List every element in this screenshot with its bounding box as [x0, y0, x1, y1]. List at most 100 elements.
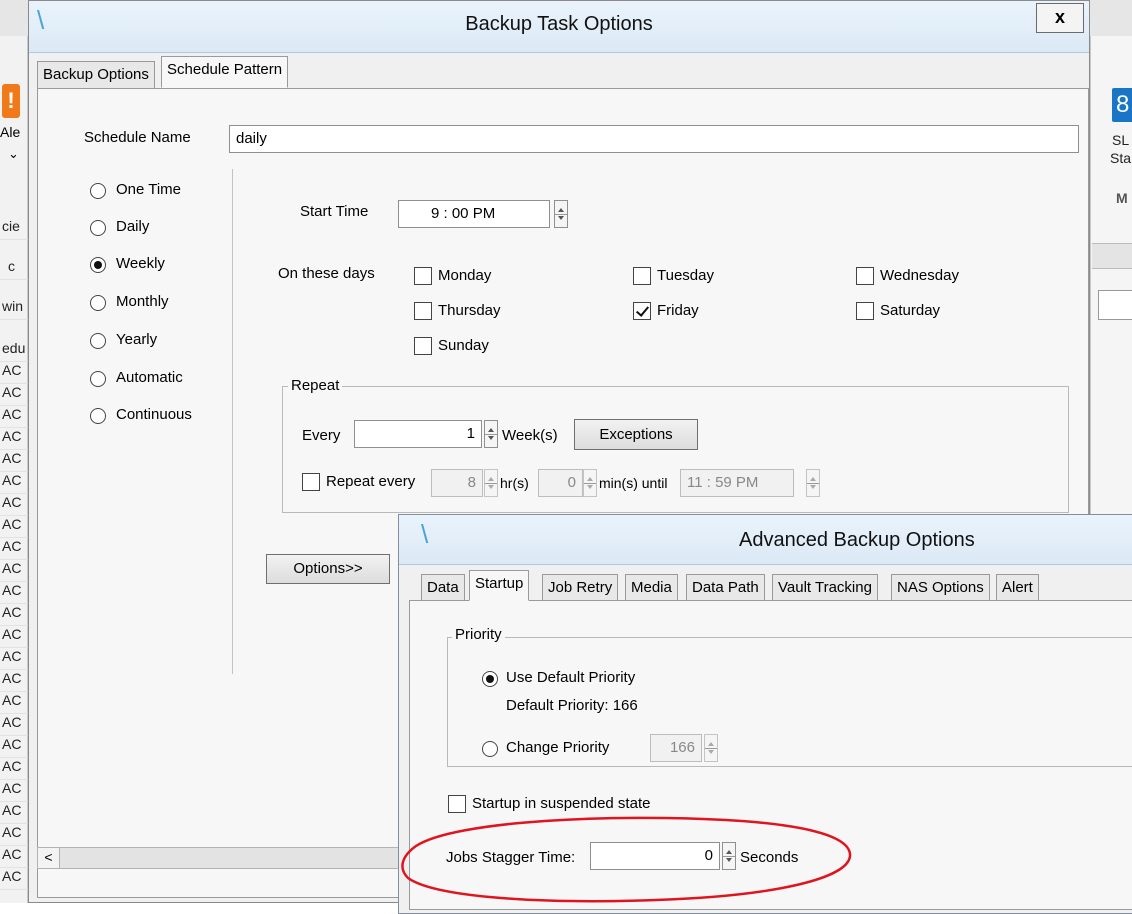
dialog-titlebar[interactable]: \ Backup Task Options x — [29, 1, 1089, 53]
bg-list-item[interactable]: AC — [0, 362, 28, 384]
radio-continuous[interactable]: Continuous — [90, 406, 240, 428]
tab-data-path[interactable]: Data Path — [686, 574, 765, 601]
bg-list-item[interactable]: AC — [0, 692, 28, 714]
radio-automatic[interactable]: Automatic — [90, 369, 240, 391]
checkbox[interactable] — [414, 267, 432, 285]
checkbox-sunday[interactable]: Sunday — [414, 337, 614, 359]
tab-backup-options[interactable]: Backup Options — [37, 61, 155, 89]
radio-button[interactable] — [90, 408, 106, 424]
startup-suspended-checkbox[interactable]: Startup in suspended state — [448, 795, 708, 817]
bg-list-item[interactable]: AC — [0, 406, 28, 428]
bg-right-label: Sta — [1110, 150, 1132, 166]
tab-alert[interactable]: Alert — [996, 574, 1039, 601]
close-button[interactable]: x — [1036, 3, 1084, 33]
checkbox-monday[interactable]: Monday — [414, 267, 614, 289]
tab-vault-tracking[interactable]: Vault Tracking — [772, 574, 878, 601]
bg-list-item[interactable]: AC — [0, 758, 28, 780]
alert-icon[interactable]: ! — [2, 84, 20, 118]
repeat-hours-spinner[interactable] — [484, 469, 498, 497]
checkbox[interactable] — [856, 302, 874, 320]
repeat-every-checkbox[interactable]: Repeat every — [302, 473, 442, 495]
bg-right-tabstrip[interactable] — [1092, 243, 1132, 269]
default-priority-text: Default Priority: 166 — [506, 697, 638, 714]
change-priority-input[interactable]: 166 — [650, 734, 702, 762]
radio-button[interactable] — [90, 257, 106, 273]
tab-nas-options[interactable]: NAS Options — [891, 574, 990, 601]
checkbox[interactable] — [414, 302, 432, 320]
radio-button[interactable] — [482, 741, 498, 757]
radio-button[interactable] — [90, 333, 106, 349]
checkbox[interactable] — [633, 302, 651, 320]
bg-list-item[interactable]: AC — [0, 560, 28, 582]
checkbox[interactable] — [414, 337, 432, 355]
bg-list-item[interactable]: AC — [0, 428, 28, 450]
bg-list-item[interactable]: AC — [0, 802, 28, 824]
bg-right-input[interactable] — [1098, 290, 1132, 320]
bg-list-item[interactable]: AC — [0, 648, 28, 670]
bg-list-item[interactable]: AC — [0, 736, 28, 758]
checkbox[interactable] — [633, 267, 651, 285]
bg-list-item[interactable]: AC — [0, 780, 28, 802]
radio-weekly[interactable]: Weekly — [90, 255, 240, 277]
repeat-minutes-input[interactable]: 0 — [538, 469, 583, 497]
radio-button[interactable] — [90, 220, 106, 236]
tab-startup[interactable]: Startup — [469, 570, 530, 601]
radio-button[interactable] — [90, 295, 106, 311]
options-button[interactable]: Options>> — [266, 554, 390, 584]
start-time-spinner[interactable] — [554, 200, 568, 228]
bg-list-item[interactable]: AC — [0, 538, 28, 560]
bg-list-item[interactable]: AC — [0, 472, 28, 494]
bg-right-label: SL — [1112, 132, 1130, 148]
bg-list-item[interactable]: AC — [0, 516, 28, 538]
exceptions-button[interactable]: Exceptions — [574, 419, 698, 450]
chevron-down-icon[interactable]: ⌄ — [8, 146, 19, 162]
tab-data[interactable]: Data — [421, 574, 465, 601]
radio-one-time[interactable]: One Time — [90, 181, 240, 203]
startup-panel: Priority Use Default Priority Default Pr… — [409, 600, 1132, 910]
tab-job-retry[interactable]: Job Retry — [542, 574, 619, 601]
start-time-input[interactable]: 9 : 00 PM — [398, 200, 550, 228]
checkbox[interactable] — [856, 267, 874, 285]
bg-list-item[interactable]: AC — [0, 582, 28, 604]
repeat-minutes-spinner[interactable] — [583, 469, 597, 497]
bg-list-item[interactable]: AC — [0, 670, 28, 692]
radio-button[interactable] — [482, 671, 498, 687]
radio-monthly[interactable]: Monthly — [90, 293, 240, 315]
radio-button[interactable] — [90, 183, 106, 199]
checkbox-wednesday[interactable]: Wednesday — [856, 267, 1056, 289]
checkbox[interactable] — [302, 473, 320, 491]
jobs-stagger-spinner[interactable] — [722, 842, 736, 870]
bg-list-item[interactable]: AC — [0, 824, 28, 846]
every-input[interactable]: 1 — [354, 420, 482, 448]
bg-count-badge[interactable]: 8 — [1112, 88, 1132, 122]
bg-list-item[interactable]: AC — [0, 384, 28, 406]
change-priority-spinner[interactable] — [704, 734, 718, 762]
bg-list-item[interactable]: AC — [0, 450, 28, 472]
checkbox-tuesday[interactable]: Tuesday — [633, 267, 833, 289]
radio-yearly[interactable]: Yearly — [90, 331, 240, 353]
scroll-left-button[interactable]: < — [38, 848, 60, 868]
horizontal-scrollbar[interactable]: < — [37, 847, 417, 869]
bg-list-item[interactable]: AC — [0, 494, 28, 516]
advanced-titlebar[interactable]: \ Advanced Backup Options — [399, 515, 1132, 565]
checkbox-friday[interactable]: Friday — [633, 302, 833, 324]
repeat-until-input[interactable]: 11 : 59 PM — [680, 469, 794, 497]
checkbox-saturday[interactable]: Saturday — [856, 302, 1056, 324]
every-spinner[interactable] — [484, 420, 498, 448]
tab-media[interactable]: Media — [625, 574, 678, 601]
bg-list-item[interactable]: AC — [0, 626, 28, 648]
tab-schedule-pattern[interactable]: Schedule Pattern — [161, 56, 289, 88]
checkbox-thursday[interactable]: Thursday — [414, 302, 614, 324]
repeat-hours-input[interactable]: 8 — [431, 469, 483, 497]
repeat-until-spinner[interactable] — [806, 469, 820, 497]
schedule-name-input[interactable]: daily — [229, 125, 1079, 153]
bg-list-item[interactable]: AC — [0, 604, 28, 626]
radio-button[interactable] — [90, 371, 106, 387]
radio-daily[interactable]: Daily — [90, 218, 240, 240]
bg-list-item[interactable]: AC — [0, 868, 28, 890]
bg-list-item[interactable]: AC — [0, 846, 28, 868]
bg-list-item[interactable]: AC — [0, 714, 28, 736]
jobs-stagger-input[interactable]: 0 — [590, 842, 720, 870]
radio-use-default-priority[interactable]: Use Default Priority — [482, 669, 722, 691]
checkbox[interactable] — [448, 795, 466, 813]
